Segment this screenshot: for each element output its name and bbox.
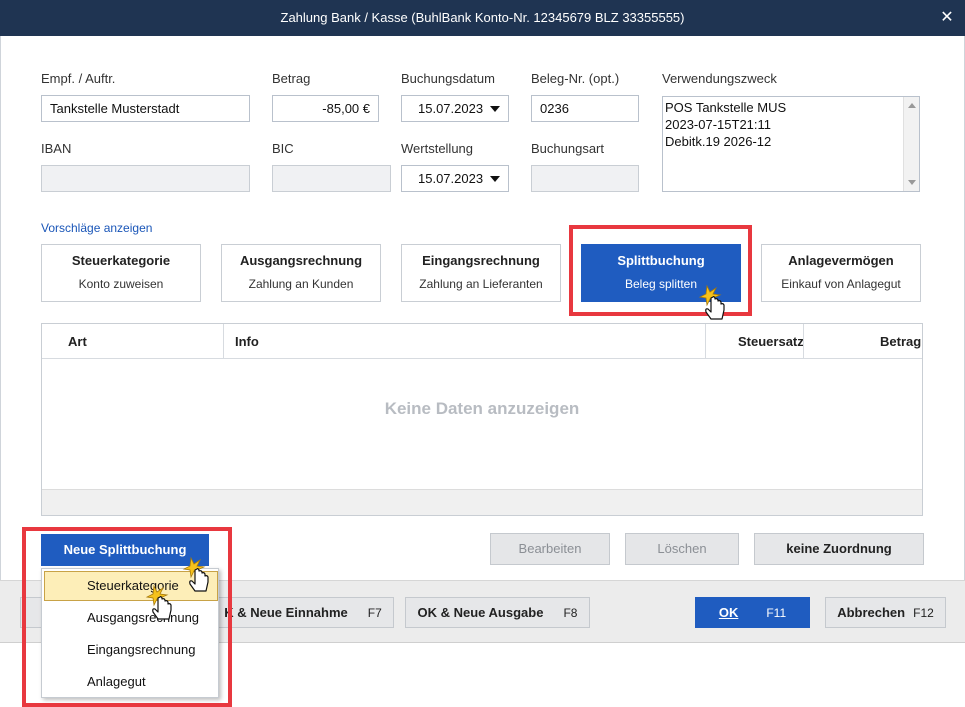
loeschen-button[interactable]: Löschen xyxy=(625,533,739,565)
buchungsdatum-label: Buchungsdatum xyxy=(401,71,495,86)
buchungsart-label: Buchungsart xyxy=(531,141,604,156)
column-header-betrag[interactable]: Betrag xyxy=(880,324,921,359)
column-header-steuersatz[interactable]: Steuersatz xyxy=(738,324,804,359)
wertstellung-picker[interactable]: 15.07.2023 xyxy=(401,165,509,192)
card-eingangsrechnung[interactable]: Eingangsrechnung Zahlung an Lieferanten xyxy=(401,244,561,302)
abbrechen-button[interactable]: Abbrechen F12 xyxy=(825,597,946,628)
hand-pointer-icon xyxy=(182,556,209,592)
iban-label: IBAN xyxy=(41,141,72,156)
card-ausgangsrechnung[interactable]: Ausgangsrechnung Zahlung an Kunden xyxy=(221,244,381,302)
scroll-up-icon[interactable] xyxy=(908,103,916,108)
buchungsdatum-value: 15.07.2023 xyxy=(418,101,484,116)
verwendungszweck-line-1: POS Tankstelle MUS xyxy=(665,100,787,115)
hand-pointer-icon xyxy=(698,284,725,320)
verwendungszweck-line-3: Debitk.19 2026-12 xyxy=(665,134,772,149)
hand-pointer-icon xyxy=(145,584,172,620)
column-header-info[interactable]: Info xyxy=(235,324,259,359)
split-table[interactable]: Art Info Steuersatz Betrag Keine Daten a… xyxy=(41,323,923,516)
column-divider[interactable] xyxy=(803,324,804,359)
shortcut-f8: F8 xyxy=(563,606,578,620)
ok-neue-ausgabe-button[interactable]: OK & Neue Ausgabe F8 xyxy=(405,597,590,628)
card-title: Anlagevermögen xyxy=(788,253,894,268)
window-title: Zahlung Bank / Kasse (BuhlBank Konto-Nr.… xyxy=(280,10,685,25)
verwendungszweck-label: Verwendungszweck xyxy=(662,71,777,86)
betrag-label: Betrag xyxy=(272,71,311,86)
card-title: Ausgangsrechnung xyxy=(239,253,363,268)
empf-input[interactable]: Tankstelle Musterstadt xyxy=(41,95,250,122)
card-title: Steuerkategorie xyxy=(71,253,171,268)
column-divider[interactable] xyxy=(223,324,224,359)
card-subtitle: Zahlung an Lieferanten xyxy=(419,277,543,291)
ok-neue-einnahme-button[interactable]: K & Neue Einnahme F7 xyxy=(212,597,394,628)
bearbeiten-button[interactable]: Bearbeiten xyxy=(490,533,610,565)
ok-neue-einnahme-label: K & Neue Einnahme xyxy=(224,605,348,620)
table-header: Art Info Steuersatz Betrag xyxy=(42,324,922,359)
scroll-down-icon[interactable] xyxy=(908,180,916,185)
chevron-down-icon[interactable] xyxy=(490,106,500,112)
iban-input xyxy=(41,165,250,192)
chevron-down-icon[interactable] xyxy=(490,176,500,182)
ok-label: OK xyxy=(718,605,739,620)
wertstellung-value: 15.07.2023 xyxy=(418,171,484,186)
horizontal-scrollbar[interactable] xyxy=(42,489,922,515)
betrag-input[interactable]: -85,00 € xyxy=(272,95,379,122)
card-title: Eingangsrechnung xyxy=(422,253,540,268)
column-divider[interactable] xyxy=(705,324,706,359)
wertstellung-label: Wertstellung xyxy=(401,141,474,156)
card-subtitle: Konto zuweisen xyxy=(78,277,164,291)
column-header-art[interactable]: Art xyxy=(68,324,87,359)
empf-label: Empf. / Auftr. xyxy=(41,71,116,86)
title-bar: Zahlung Bank / Kasse (BuhlBank Konto-Nr.… xyxy=(0,0,965,36)
shortcut-f12: F12 xyxy=(913,606,934,620)
bic-input xyxy=(272,165,391,192)
buchungsdatum-picker[interactable]: 15.07.2023 xyxy=(401,95,509,122)
verwendungszweck-line-2: 2023-07-15T21:11 xyxy=(665,117,772,132)
abbrechen-label: Abbrechen xyxy=(837,605,906,620)
keine-zuordnung-button[interactable]: keine Zuordnung xyxy=(754,533,924,565)
card-subtitle: Einkauf von Anlagegut xyxy=(781,277,901,291)
buchungsart-input xyxy=(531,165,639,192)
beleg-label: Beleg-Nr. (opt.) xyxy=(531,71,620,86)
shortcut-f11: F11 xyxy=(766,606,787,620)
bic-label: BIC xyxy=(272,141,294,156)
shortcut-f7: F7 xyxy=(367,606,382,620)
card-anlagevermoegen[interactable]: Anlagevermögen Einkauf von Anlagegut xyxy=(761,244,921,302)
beleg-input[interactable]: 0236 xyxy=(531,95,639,122)
close-icon[interactable]: ✕ xyxy=(929,0,965,36)
highlight-frame xyxy=(22,527,232,707)
card-subtitle: Zahlung an Kunden xyxy=(248,277,354,291)
vorschlaege-link[interactable]: Vorschläge anzeigen xyxy=(41,221,152,235)
ok-button[interactable]: OK F11 xyxy=(695,597,810,628)
textarea-scrollbar[interactable] xyxy=(903,97,919,191)
ok-neue-ausgabe-label: OK & Neue Ausgabe xyxy=(417,605,544,620)
verwendungszweck-textarea[interactable]: POS Tankstelle MUS 2023-07-15T21:11 Debi… xyxy=(662,96,920,192)
empty-state-text: Keine Daten anzuzeigen xyxy=(384,399,580,418)
card-steuerkategorie[interactable]: Steuerkategorie Konto zuweisen xyxy=(41,244,201,302)
